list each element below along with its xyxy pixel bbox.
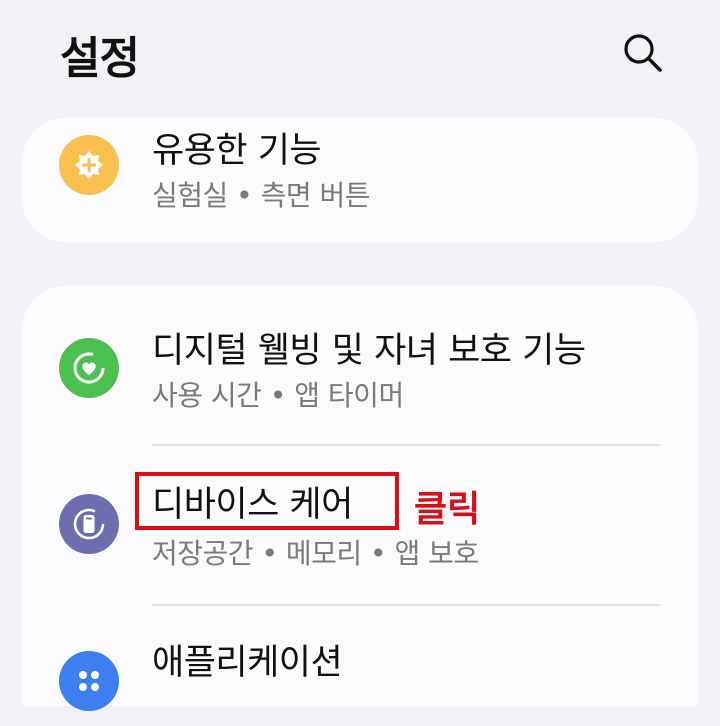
useful-features-card: 유용한 기능 실험실 • 측면 버튼 (22, 118, 698, 242)
puzzle-plus-icon (59, 135, 119, 195)
useful-features-subtitle: 실험실 • 측면 버튼 (152, 179, 371, 212)
digital-wellbeing-title: 디지털 웰빙 및 자녀 보호 기능 (152, 331, 586, 371)
heart-ring-icon (59, 338, 119, 398)
click-annotation: 클릭 (414, 489, 481, 530)
useful-features-item[interactable]: 유용한 기능 실험실 • 측면 버튼 (22, 118, 698, 242)
search-icon (624, 34, 662, 72)
highlight-box (135, 472, 399, 530)
applications-title: 애플리케이션 (152, 643, 343, 683)
device-care-subtitle: 저장공간 • 메모리 • 앱 보호 (152, 537, 479, 570)
device-care-icon (59, 494, 119, 554)
digital-wellbeing-subtitle: 사용 시간 • 앱 타이머 (152, 379, 404, 412)
digital-wellbeing-item[interactable]: 디지털 웰빙 및 자녀 보호 기능 사용 시간 • 앱 타이머 (22, 286, 698, 444)
useful-features-title: 유용한 기능 (152, 131, 322, 171)
apps-icon (59, 651, 119, 711)
page-title: 설정 (60, 33, 140, 84)
applications-item[interactable]: 애플리케이션 (22, 606, 698, 726)
search-button[interactable] (620, 30, 666, 76)
